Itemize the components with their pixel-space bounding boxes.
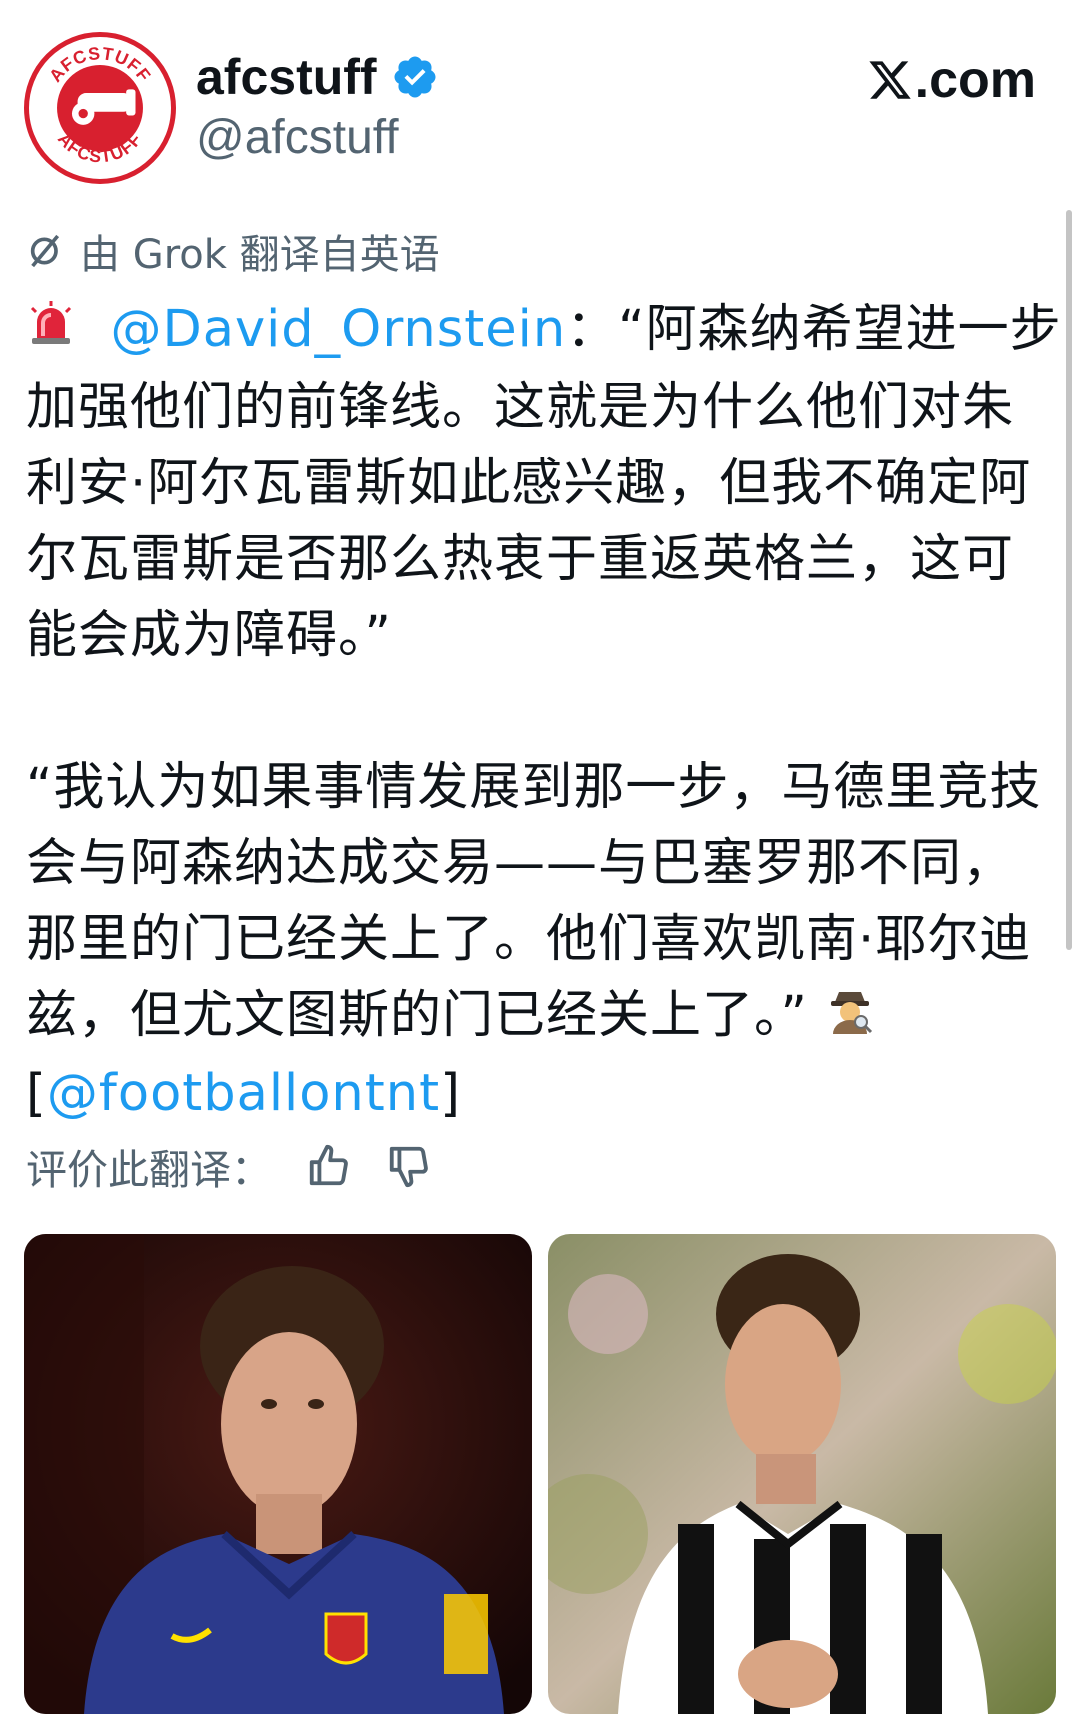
site-badge: .com xyxy=(867,50,1036,110)
detective-icon xyxy=(825,980,875,1056)
source-bracket-close: ] xyxy=(440,1064,461,1123)
mention-david-ornstein[interactable]: @David_Ornstein xyxy=(110,300,566,359)
player-juventus-photo xyxy=(548,1234,1056,1714)
site-label: .com xyxy=(914,51,1036,109)
post-header: AFCSTUFF AFCSTUFF afcstuff @afcstuff .co… xyxy=(0,0,1080,200)
afcstuff-logo-icon: AFCSTUFF AFCSTUFF xyxy=(33,41,167,175)
post-paragraph-2: “我认为如果事情发展到那一步，马德里竞技会与阿森纳达成交易——与巴塞罗那不同，那… xyxy=(26,758,1042,1045)
display-name[interactable]: afcstuff xyxy=(196,48,377,106)
post-image-1[interactable] xyxy=(24,1234,532,1714)
name-row: afcstuff xyxy=(196,48,439,106)
verified-badge-icon xyxy=(394,56,436,98)
source-bracket-open: [ xyxy=(26,1064,47,1123)
thumbs-down-icon[interactable] xyxy=(386,1143,432,1189)
mention-footballontnt[interactable]: @footballontnt xyxy=(47,1064,440,1123)
scrollbar[interactable] xyxy=(1066,210,1072,950)
translation-note-text: 由 Grok 翻译自英语 xyxy=(80,232,440,278)
rate-label: 评价此翻译： xyxy=(26,1146,272,1194)
post-body: @David_Ornstein：“阿森纳希望进一步加强他们的前锋线。这就是为什么… xyxy=(26,292,1062,1132)
user-handle[interactable]: @afcstuff xyxy=(196,110,399,165)
post-image-2[interactable] xyxy=(548,1234,1056,1714)
rate-translation: 评价此翻译： xyxy=(26,1136,432,1196)
avatar[interactable]: AFCSTUFF AFCSTUFF xyxy=(24,32,176,184)
x-logo-icon xyxy=(869,61,911,99)
thumbs-up-icon[interactable] xyxy=(306,1143,352,1189)
player-atletico-photo xyxy=(24,1234,532,1714)
translate-icon xyxy=(30,234,60,268)
siren-icon xyxy=(26,294,76,370)
translation-note: 由 Grok 翻译自英语 xyxy=(26,222,440,280)
